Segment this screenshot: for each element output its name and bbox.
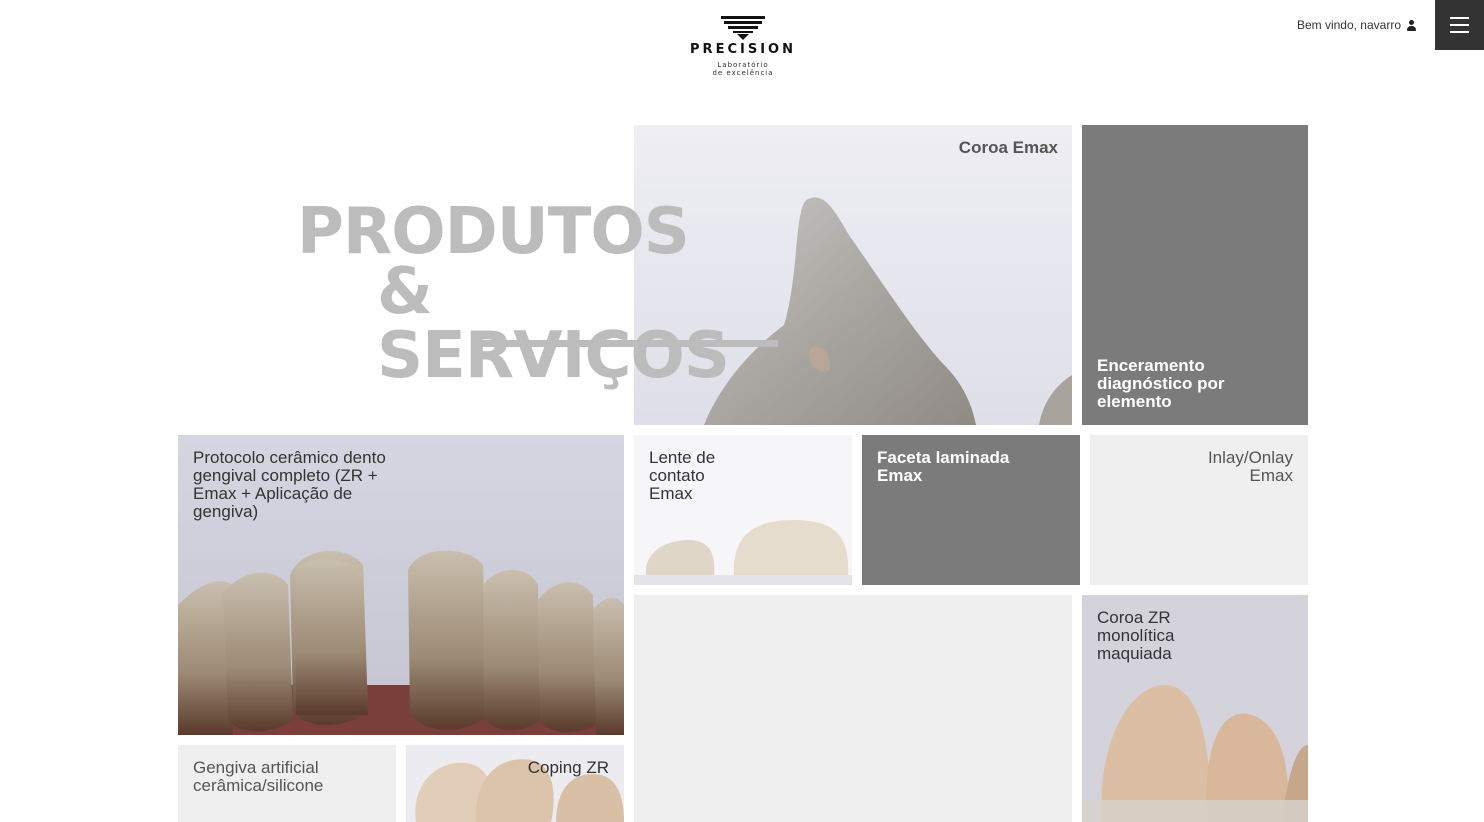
welcome-user[interactable]: Bem vindo, navarro bbox=[1297, 18, 1416, 32]
tile-label: Faceta laminada Emax bbox=[877, 448, 1010, 485]
tile-label: Lente de contato Emax bbox=[649, 448, 716, 503]
tile-coroa-zr[interactable]: Coroa ZR monolítica maquiada bbox=[1082, 595, 1308, 822]
page-title-line1: PRODUTOS bbox=[297, 195, 690, 269]
brand-tagline-line2: de excelência bbox=[712, 69, 774, 77]
tile-label: Coping ZR bbox=[527, 758, 609, 777]
logo-stripes-icon bbox=[721, 16, 765, 40]
tile-label: Gengiva artificial cerâmica/silicone bbox=[193, 758, 324, 795]
tile-faceta-laminada[interactable]: Faceta laminada Emax bbox=[862, 435, 1080, 585]
tile-label: Coroa ZR monolítica maquiada bbox=[1097, 608, 1175, 663]
welcome-text: Bem vindo, navarro bbox=[1296, 18, 1401, 32]
tile-coroa-emax[interactable]: Coroa Emax bbox=[634, 125, 1072, 425]
coroa-emax-photo bbox=[634, 125, 1072, 425]
tile-label: Coroa Emax bbox=[958, 138, 1058, 157]
tile-coping-zr[interactable]: Coping ZR bbox=[406, 745, 624, 822]
tile-label: Enceramento diagnóstico por elemento bbox=[1097, 356, 1225, 411]
tile-protocolo-ceramico[interactable]: Protocolo cerâmico dento gengival comple… bbox=[178, 435, 624, 735]
tile-label: Protocolo cerâmico dento gengival comple… bbox=[193, 448, 386, 521]
tile-gengiva-artificial[interactable]: Gengiva artificial cerâmica/silicone bbox=[178, 745, 396, 822]
brand-tagline-line1: Laboratório bbox=[717, 61, 769, 69]
precision-logo[interactable]: PRECISION Laboratório de excelência bbox=[680, 16, 806, 88]
brand-name: PRECISION bbox=[690, 42, 796, 57]
tile-enceramento-diagnostico[interactable]: Enceramento diagnóstico por elemento bbox=[1082, 125, 1308, 425]
tile-lente-de-contato[interactable]: Lente de contato Emax bbox=[634, 435, 852, 585]
tile-label: Inlay/Onlay Emax bbox=[1207, 448, 1293, 485]
user-icon bbox=[1407, 19, 1416, 31]
tile-empty[interactable] bbox=[634, 595, 1072, 822]
coping-zr-photo bbox=[406, 745, 624, 822]
hamburger-menu-icon bbox=[1450, 17, 1469, 19]
tile-inlay-onlay[interactable]: Inlay/Onlay Emax bbox=[1090, 435, 1308, 585]
hamburger-menu-button[interactable] bbox=[1435, 0, 1484, 50]
